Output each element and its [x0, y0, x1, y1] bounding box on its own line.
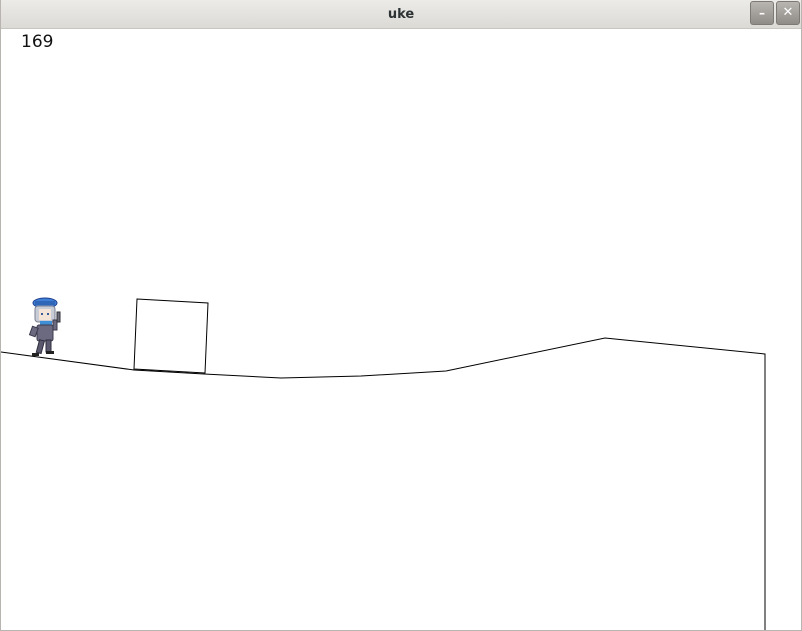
title-bar[interactable]: uke – ✕: [1, 0, 801, 29]
window-title: uke: [387, 7, 415, 22]
minimize-button[interactable]: –: [750, 1, 774, 25]
game-window: uke – ✕ 169: [0, 0, 802, 631]
player-body: [36, 324, 54, 342]
box-obstacle: [133, 298, 209, 374]
ground-line: [1, 337, 766, 630]
terrain-layer: [1, 297, 766, 630]
close-button[interactable]: ✕: [776, 1, 800, 25]
game-canvas[interactable]: 169: [1, 29, 801, 630]
player-character: [28, 297, 61, 356]
player-weapon: [56, 311, 61, 323]
